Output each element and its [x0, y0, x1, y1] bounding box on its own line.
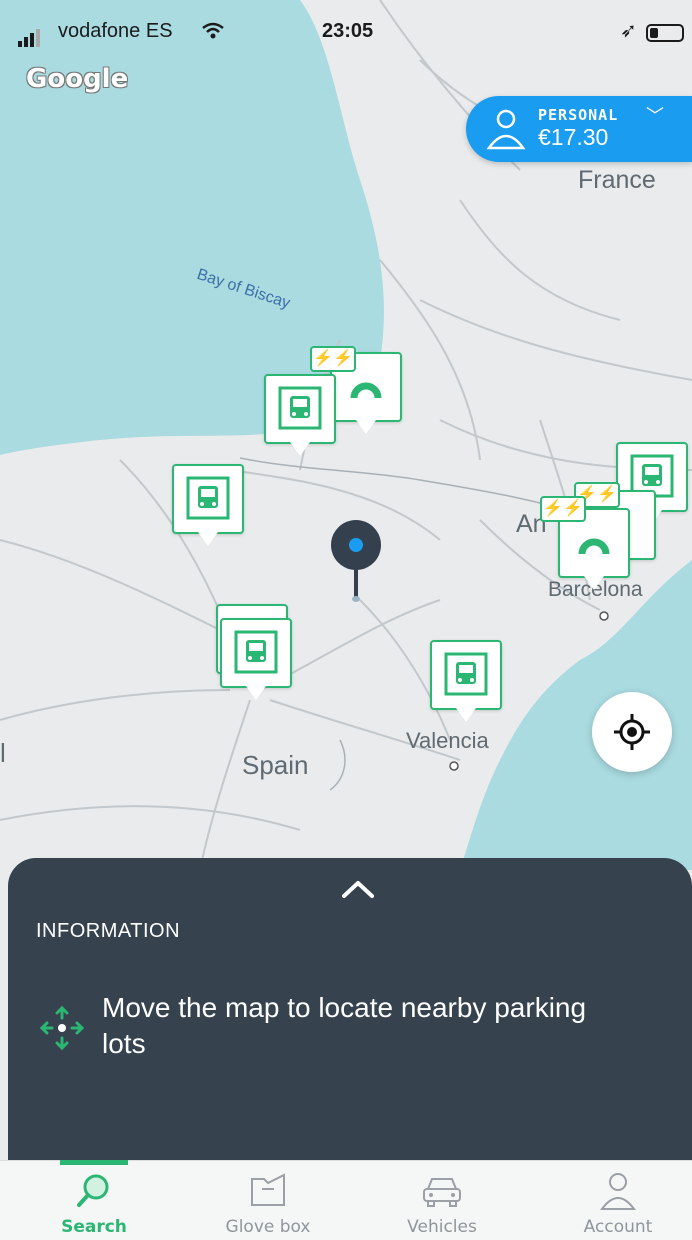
search-icon	[77, 1174, 109, 1207]
person-icon	[486, 109, 526, 150]
tab-account[interactable]: Account	[548, 1161, 688, 1240]
location-arrow-icon: ➶	[620, 20, 637, 42]
crosshair-icon	[614, 714, 650, 750]
bus-parking-icon	[186, 476, 230, 520]
google-logo: Google	[26, 64, 129, 94]
app-screen: Google France Bay of Biscay An Barcelona…	[0, 0, 692, 1240]
move-map-icon	[39, 1005, 85, 1051]
tab-account-label: Account	[583, 1217, 653, 1237]
chevron-up-icon[interactable]	[338, 876, 378, 900]
map-center-pin-dot	[349, 538, 363, 552]
sheet-title: INFORMATION	[36, 920, 181, 942]
bus-parking-icon	[444, 652, 488, 696]
tab-vehicles[interactable]: Vehicles	[372, 1161, 512, 1240]
tab-glove-box-label: Glove box	[225, 1217, 311, 1237]
account-plan-label: PERSONAL	[538, 106, 619, 124]
account-balance: €17.30	[538, 124, 609, 150]
battery-icon	[646, 24, 684, 42]
bus-parking-icon	[234, 630, 278, 674]
chevron-down-icon: ﹀	[646, 106, 664, 126]
map-center-pin-tip	[352, 596, 360, 602]
map-label-valencia: Valencia	[406, 728, 489, 753]
bus-parking-marker[interactable]	[264, 374, 336, 460]
information-sheet[interactable]: INFORMATION Move the map to locate nearb…	[8, 858, 692, 1160]
map-label-edge: l	[0, 738, 6, 768]
tab-vehicles-label: Vehicles	[407, 1217, 477, 1237]
bus-parking-marker[interactable]	[172, 464, 244, 550]
locate-me-button[interactable]	[592, 692, 672, 772]
carrier-name: vodafone ES	[58, 20, 173, 42]
tab-search-label: Search	[61, 1217, 127, 1237]
person-icon	[600, 1173, 636, 1210]
ev-bolt-badge: ⚡⚡	[540, 496, 586, 522]
signal-icon	[18, 24, 42, 47]
tab-bar: Search Glove box Vehicles Account	[0, 1160, 692, 1240]
ev-charging-icon	[578, 538, 610, 555]
wifi-icon	[202, 22, 224, 45]
tab-glove-box[interactable]: Glove box	[198, 1161, 338, 1240]
glove-box-icon	[251, 1173, 285, 1206]
bus-parking-marker[interactable]	[430, 640, 502, 726]
account-balance-pill[interactable]: PERSONAL ﹀ €17.30	[466, 96, 692, 162]
car-icon	[423, 1178, 461, 1207]
status-bar: vodafone ES 23:05 ➶	[0, 14, 692, 52]
tab-search[interactable]: Search	[24, 1161, 164, 1240]
bus-parking-marker[interactable]	[220, 618, 292, 704]
active-tab-indicator	[60, 1160, 128, 1165]
sheet-message: Move the map to locate nearby parking lo…	[102, 992, 587, 1059]
map-label-france: France	[578, 166, 656, 194]
status-time: 23:05	[322, 20, 374, 42]
map-label-spain: Spain	[242, 750, 309, 780]
bus-parking-icon	[278, 386, 322, 430]
ev-bolt-badge: ⚡⚡	[310, 346, 356, 372]
map-center-pin-stick	[354, 566, 358, 598]
